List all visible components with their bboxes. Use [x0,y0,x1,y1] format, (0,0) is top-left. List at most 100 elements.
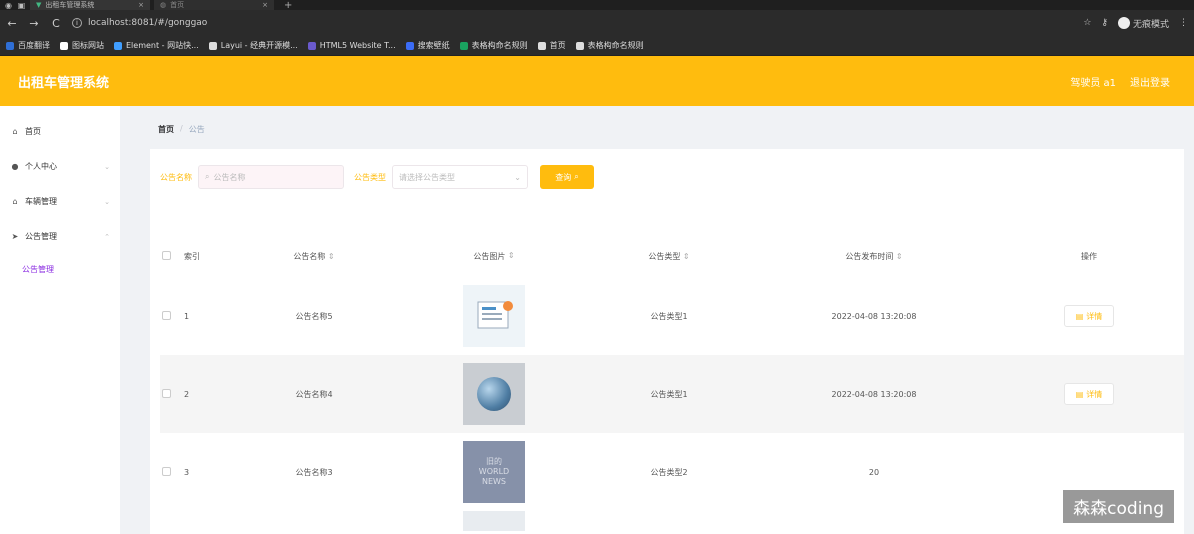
notice-thumbnail[interactable] [463,285,525,347]
sidebar-item-home[interactable]: ⌂ 首页 [0,114,120,149]
new-tab-icon[interactable]: + [278,0,292,11]
sort-icon[interactable]: ⇕ [508,251,515,262]
bookmark-favicon-icon [307,41,316,50]
chevron-up-icon: ⌃ [104,232,110,241]
notice-type-select[interactable]: 请选择公告类型 ⌄ [392,165,528,189]
notice-type-placeholder: 请选择公告类型 [399,172,455,182]
bookmark-item[interactable]: 图标网站 [60,40,104,51]
sidebar-item-personal-center[interactable]: ● 个人中心 ⌄ [0,149,120,184]
sidebar-item-notice-management[interactable]: ➤ 公告管理 ⌃ [0,219,120,254]
bookmark-favicon-icon [537,41,546,50]
globe-icon: ◍ [160,1,167,9]
bookmark-label: Layui - 经典开源模... [220,41,298,50]
cell-index: 3 [184,467,190,477]
watermark: 森森coding [1063,490,1174,523]
tab-strip-icon[interactable]: ▣ [17,1,26,10]
close-icon[interactable]: × [262,1,268,9]
breadcrumb-separator: / [180,124,183,133]
select-all-checkbox[interactable] [162,250,171,260]
sort-icon[interactable]: ⇕ [896,252,903,261]
vue-favicon-icon: ▼ [36,1,42,9]
globe-image-icon [477,377,511,411]
header-type[interactable]: 公告类型 ⇕ [584,251,754,262]
browser-tab-active[interactable]: ▼ 出租车管理系统 × [30,0,150,10]
notice-thumbnail[interactable]: 旧的 WORLD NEWS [463,441,525,503]
info-icon[interactable]: i [72,18,82,28]
header-image[interactable]: 公告图片 ⇕ [404,251,584,262]
submenu-item-notice-management[interactable]: 公告管理 [0,254,120,284]
bookmark-favicon-icon [60,41,68,50]
cell-name: 公告名称4 [295,389,333,399]
profile-button[interactable]: 无痕模式 [1117,17,1169,30]
notice-table: 索引 公告名称 ⇕ 公告图片 ⇕ 公告类型 ⇕ 公告发布时间 ⇕ 操作 1 公告… [160,235,1184,534]
bookmark-item[interactable]: 首页 [537,40,566,51]
search-icon: ⌕ [574,172,579,181]
star-icon[interactable]: ☆ [1083,18,1091,28]
bookmark-item[interactable]: 百度翻译 [6,40,50,51]
cell-index: 1 [184,311,190,321]
header-index: 索引 [184,251,200,261]
cell-name: 公告名称3 [295,467,333,477]
url-field[interactable]: i localhost:8081/#/gonggao [72,14,1073,32]
bookmark-label: 首页 [549,41,566,50]
close-icon[interactable]: × [138,1,144,9]
document-icon: ▤ [1075,389,1084,399]
logout-button[interactable]: 退出登录 [1130,74,1170,89]
bookmarks-bar: 百度翻译 图标网站 Element - 网站快... Layui - 经典开源模...… [0,36,1194,56]
detail-button-label: 详情 [1086,389,1103,399]
thumbnail-text: 旧的 [486,457,502,466]
cell-time: 2022-04-08 13:20:08 [831,311,917,321]
reload-icon[interactable]: C [50,17,62,30]
notice-type-label: 公告类型 [354,172,386,182]
browser-tab[interactable]: ◍ 首页 × [154,0,274,10]
row-checkbox[interactable] [162,310,171,320]
cell-time: 2022-04-08 13:20:08 [831,389,917,399]
bookmark-favicon-icon [575,41,584,50]
incognito-avatar-icon [1117,17,1130,29]
bookmark-label: 搜索壁纸 [417,41,450,50]
row-checkbox[interactable] [162,388,171,398]
header-op: 操作 [1081,251,1097,261]
sort-icon[interactable]: ⇕ [328,252,335,261]
sort-icon[interactable]: ⇕ [683,252,690,261]
table-row: 2 公告名称4 公告类型1 2022-04-08 13:20:08 ▤ 详情 [160,355,1184,433]
bookmark-favicon-icon [208,41,217,50]
notice-name-input[interactable]: ⌕ 公告名称 [198,165,344,189]
table-row: 3 公告名称3 旧的 WORLD NEWS 公告类型2 20 [160,433,1184,511]
app-header: 出租车管理系统 驾驶员 a1 退出登录 [0,56,1194,106]
bookmark-favicon-icon [6,41,14,50]
back-icon[interactable]: ← [6,17,18,30]
bookmark-item[interactable]: 搜索壁纸 [405,40,450,51]
bookmark-item[interactable]: HTML5 Website T... [307,41,396,50]
bookmark-item[interactable]: 表格构命名规则 [575,40,644,51]
forward-icon[interactable]: → [28,17,40,30]
notice-thumbnail[interactable] [463,511,525,531]
header-time[interactable]: 公告发布时间 ⇕ [754,251,994,262]
bookmark-item[interactable]: Element - 网站快... [114,40,199,51]
detail-button[interactable]: ▤ 详情 [1064,305,1114,327]
query-button-label: 查询 [555,172,572,182]
table-row [160,511,1184,534]
address-bar: ← → C i localhost:8081/#/gonggao ☆ ⚷ 无痕模… [0,10,1194,36]
table-header: 索引 公告名称 ⇕ 公告图片 ⇕ 公告类型 ⇕ 公告发布时间 ⇕ 操作 [160,235,1184,277]
search-icon: ⌕ [205,172,210,181]
bookmark-item[interactable]: 表格构命名规则 [459,40,528,51]
query-button[interactable]: 查询 ⌕ [540,165,594,189]
table-row: 1 公告名称5 公告类型1 2022-04-08 13:20:08 ▤ 详情 [160,277,1184,355]
submenu-item-label: 公告管理 [22,264,54,274]
bookmark-label: Element - 网站快... [126,41,199,50]
breadcrumb-home[interactable]: 首页 [158,124,174,135]
bookmark-item[interactable]: Layui - 经典开源模... [208,40,298,51]
thumbnail-text: WORLD [478,467,510,476]
more-menu-icon[interactable]: ⋮ [1179,18,1188,28]
browser-menu-icon[interactable]: ◉ [4,1,13,10]
header-name[interactable]: 公告名称 ⇕ [224,251,404,262]
sidebar-item-vehicle-management[interactable]: ⌂ 车辆管理 ⌄ [0,184,120,219]
bookmark-favicon-icon [459,41,468,50]
key-icon[interactable]: ⚷ [1101,18,1108,28]
row-checkbox[interactable] [162,466,171,476]
bookmark-label: HTML5 Website T... [319,41,396,50]
notice-thumbnail[interactable] [463,363,525,425]
chevron-down-icon: ⌄ [104,197,110,206]
detail-button[interactable]: ▤ 详情 [1064,383,1114,405]
